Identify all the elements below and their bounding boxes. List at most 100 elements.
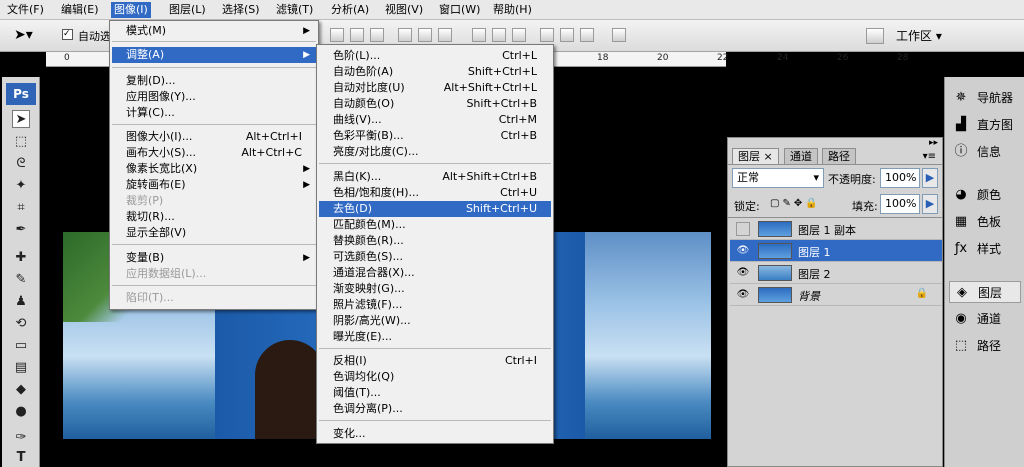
distribute-icon[interactable] <box>512 28 526 42</box>
image-menu-item[interactable]: 图像大小(I)... Alt+Ctrl+I <box>112 129 316 145</box>
align-icon[interactable] <box>350 28 364 42</box>
image-menu-item[interactable]: 复制(D)... <box>112 73 316 89</box>
image-menu-item[interactable]: 模式(M) ▶ <box>112 23 316 39</box>
adjust-menu-item[interactable]: 反相(I) Ctrl+I <box>319 353 551 369</box>
eye-icon[interactable]: 👁 <box>736 244 750 258</box>
image-menu-item[interactable]: 计算(C)... <box>112 105 316 121</box>
dock-histogram[interactable]: ▟ 直方图 <box>949 114 1021 136</box>
layer-row[interactable]: 👁 图层 2 <box>730 262 942 284</box>
lasso-tool-icon[interactable]: ᘓ <box>12 155 30 173</box>
distribute-icon[interactable] <box>472 28 486 42</box>
layer-row[interactable]: 图层 1 副本 <box>730 218 942 240</box>
move-tool-icon[interactable]: ➤ <box>12 110 30 128</box>
align-icon[interactable] <box>418 28 432 42</box>
image-menu-item[interactable]: 画布大小(S)... Alt+Ctrl+C <box>112 145 316 161</box>
dock-info[interactable]: ⓘ 信息 <box>949 141 1021 163</box>
adjust-menu-item[interactable]: 替换颜色(R)... <box>319 233 551 249</box>
menu-layer[interactable]: 图层(L) <box>166 2 209 18</box>
magic-wand-icon[interactable]: ✦ <box>12 177 30 195</box>
auto-align-icon[interactable] <box>612 28 626 42</box>
eyedropper-icon[interactable]: ✒ <box>12 221 30 239</box>
eye-icon[interactable]: 👁 <box>736 288 750 302</box>
adjust-menu-item[interactable]: 色相/饱和度(H)... Ctrl+U <box>319 185 551 201</box>
tab-paths[interactable]: 路径 <box>822 148 856 164</box>
crop-tool-icon[interactable]: ⌗ <box>12 199 30 217</box>
brush-tool-icon[interactable]: ✎ <box>12 271 30 289</box>
workspace-button[interactable]: 工作区 ▾ <box>896 25 962 47</box>
menu-analysis[interactable]: 分析(A) <box>328 2 372 18</box>
eraser-icon[interactable]: ▭ <box>12 337 30 355</box>
align-icon[interactable] <box>370 28 384 42</box>
blend-mode-select[interactable]: 正常 ▾ <box>732 168 824 188</box>
dock-color[interactable]: ◕ 颜色 <box>949 184 1021 206</box>
adjust-menu-item[interactable]: 自动颜色(O) Shift+Ctrl+B <box>319 96 551 112</box>
move-tool-icon[interactable]: ➤▾ <box>14 27 33 43</box>
stamp-tool-icon[interactable]: ♟ <box>12 293 30 311</box>
dock-navigator[interactable]: ✵ 导航器 <box>949 87 1021 109</box>
healing-brush-icon[interactable]: ✚ <box>12 249 30 267</box>
auto-select-checkbox[interactable]: ✓ <box>62 29 73 40</box>
image-menu-item[interactable]: 裁切(R)... <box>112 209 316 225</box>
menu-file[interactable]: 文件(F) <box>4 2 47 18</box>
adjust-menu-item[interactable]: 可选颜色(S)... <box>319 249 551 265</box>
dock-paths[interactable]: ⬚ 路径 <box>949 335 1021 357</box>
gradient-tool-icon[interactable]: ▤ <box>12 359 30 377</box>
distribute-icon[interactable] <box>492 28 506 42</box>
type-tool-icon[interactable]: T <box>12 449 30 467</box>
lock-icons[interactable]: ▢✎✥🔒 <box>770 198 821 209</box>
menu-filter[interactable]: 滤镜(T) <box>273 2 316 18</box>
menu-select[interactable]: 选择(S) <box>219 2 263 18</box>
image-menu-item[interactable]: 显示全部(V) <box>112 225 316 241</box>
image-menu-item[interactable]: 调整(A) ▶ <box>112 47 316 63</box>
close-icon[interactable]: × <box>764 150 773 163</box>
fill-input[interactable]: 100% <box>880 194 920 214</box>
image-menu-item[interactable]: 变量(B) ▶ <box>112 250 316 266</box>
layer-row[interactable]: 👁 背景 🔒 <box>730 284 942 306</box>
tab-layers[interactable]: 图层 × <box>732 148 779 164</box>
opacity-arrow-icon[interactable]: ▶ <box>922 168 938 188</box>
opacity-input[interactable]: 100% <box>880 168 920 188</box>
align-icon[interactable] <box>330 28 344 42</box>
adjust-menu-item[interactable]: 黑白(K)... Alt+Shift+Ctrl+B <box>319 169 551 185</box>
adjust-menu-item[interactable]: 曝光度(E)... <box>319 329 551 345</box>
adjust-menu-item[interactable]: 曲线(V)... Ctrl+M <box>319 112 551 128</box>
adjust-menu-item[interactable]: 渐变映射(G)... <box>319 281 551 297</box>
bridge-icon[interactable] <box>866 28 884 44</box>
eye-icon[interactable]: 👁 <box>736 266 750 280</box>
adjust-menu-item[interactable]: 色调均化(Q) <box>319 369 551 385</box>
menu-help[interactable]: 帮助(H) <box>490 2 535 18</box>
adjust-menu-item[interactable]: 色彩平衡(B)... Ctrl+B <box>319 128 551 144</box>
menu-edit[interactable]: 编辑(E) <box>58 2 102 18</box>
adjust-menu-item[interactable]: 照片滤镜(F)... <box>319 297 551 313</box>
adjust-menu-item[interactable]: 阈值(T)... <box>319 385 551 401</box>
adjust-menu-item[interactable]: 亮度/对比度(C)... <box>319 144 551 160</box>
marquee-tool-icon[interactable]: ⬚ <box>12 133 30 151</box>
adjust-menu-item[interactable]: 阴影/高光(W)... <box>319 313 551 329</box>
adjust-menu-item[interactable]: 通道混合器(X)... <box>319 265 551 281</box>
dodge-tool-icon[interactable]: ● <box>12 403 30 421</box>
pen-tool-icon[interactable]: ✑ <box>12 429 30 447</box>
adjust-menu-item[interactable]: 自动对比度(U) Alt+Shift+Ctrl+L <box>319 80 551 96</box>
menu-image[interactable]: 图像(I) <box>111 2 151 18</box>
distribute-icon[interactable] <box>560 28 574 42</box>
layer-row-selected[interactable]: 👁 图层 1 <box>730 240 942 262</box>
image-menu-item[interactable]: 旋转画布(E) ▶ <box>112 177 316 193</box>
adjust-menu-item[interactable]: 变化... <box>319 426 551 442</box>
dock-channels[interactable]: ◉ 通道 <box>949 308 1021 330</box>
menu-window[interactable]: 窗口(W) <box>436 2 483 18</box>
dock-styles[interactable]: ƒx 样式 <box>949 238 1021 260</box>
align-icon[interactable] <box>398 28 412 42</box>
history-brush-icon[interactable]: ⟲ <box>12 315 30 333</box>
image-menu-item[interactable]: 像素长宽比(X) ▶ <box>112 161 316 177</box>
distribute-icon[interactable] <box>540 28 554 42</box>
dock-layers[interactable]: ◈ 图层 <box>949 281 1021 303</box>
adjust-menu-item[interactable]: 色阶(L)... Ctrl+L <box>319 48 551 64</box>
fill-arrow-icon[interactable]: ▶ <box>922 194 938 214</box>
dock-swatches[interactable]: ▦ 色板 <box>949 211 1021 233</box>
panel-menu-icon[interactable]: ▾≡ <box>923 151 936 162</box>
menu-view[interactable]: 视图(V) <box>382 2 426 18</box>
visibility-toggle[interactable] <box>736 222 750 236</box>
collapse-icon[interactable]: ▸▸ <box>929 138 938 148</box>
adjust-menu-item-desaturate[interactable]: 去色(D) Shift+Ctrl+U <box>319 201 551 217</box>
adjust-menu-item[interactable]: 自动色阶(A) Shift+Ctrl+L <box>319 64 551 80</box>
